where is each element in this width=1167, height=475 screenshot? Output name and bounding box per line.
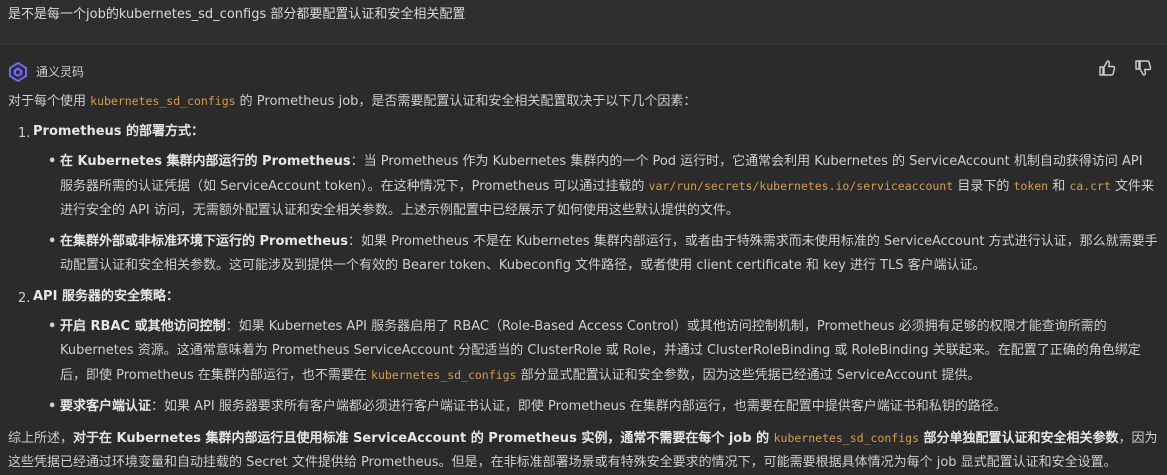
user-question: 是不是每一个job的kubernetes_sd_configs 部分都要配置认证… [8,7,466,22]
bullet-list: 开启 RBAC 或其他访问控制：如果 Kubernetes API 服务器启用了… [33,315,1158,419]
tongyi-logo-icon [9,62,27,82]
inline-code: kubernetes_sd_configs [773,431,920,445]
inline-code: token [1013,179,1049,193]
answer-content: 对于每个使用 kubernetes_sd_configs 的 Prometheu… [8,89,1158,475]
list-item-title: API 服务器的安全策略： [33,289,179,304]
thumbs-up-icon[interactable] [1097,58,1117,78]
list-item-title: Prometheus 的部署方式： [33,124,205,139]
list-number: 1. [18,126,31,141]
assistant-name: 通义灵码 [36,65,85,79]
bullet-list: 在 Kubernetes 集群内部运行的 Prometheus：当 Promet… [33,150,1158,278]
question-bar: 是不是每一个job的kubernetes_sd_configs 部分都要配置认证… [0,0,1167,44]
list-number: 2. [18,291,31,306]
bullet-item: 在 Kubernetes 集群内部运行的 Prometheus：当 Promet… [33,150,1158,223]
inline-code: kubernetes_sd_configs [90,94,236,108]
divider [0,44,1167,45]
bullet-item: 在集群外部或非标准环境下运行的 Prometheus：如果 Prometheus… [33,230,1158,278]
summary-paragraph: 综上所述，对于在 Kubernetes 集群内部运行且使用标准 ServiceA… [8,431,1158,470]
inline-code: ca.crt [1069,179,1111,193]
feedback-actions [1097,58,1153,78]
list-item-1: 1. Prometheus 的部署方式： 在 Kubernetes 集群内部运行… [8,120,1158,278]
intro-paragraph: 对于每个使用 kubernetes_sd_configs 的 Prometheu… [8,94,697,109]
thumbs-down-icon[interactable] [1133,58,1153,78]
inline-code: kubernetes_sd_configs [371,368,517,382]
bullet-item: 要求客户端认证：如果 API 服务器要求所有客户端都必须进行客户端证书认证，即使… [33,395,1158,419]
assistant-header: 通义灵码 [8,60,84,84]
list-item-2: 2. API 服务器的安全策略： 开启 RBAC 或其他访问控制：如果 Kube… [8,285,1158,419]
bullet-item: 开启 RBAC 或其他访问控制：如果 Kubernetes API 服务器启用了… [33,315,1158,388]
inline-code: var/run/secrets/kubernetes.io/serviceacc… [648,179,954,193]
